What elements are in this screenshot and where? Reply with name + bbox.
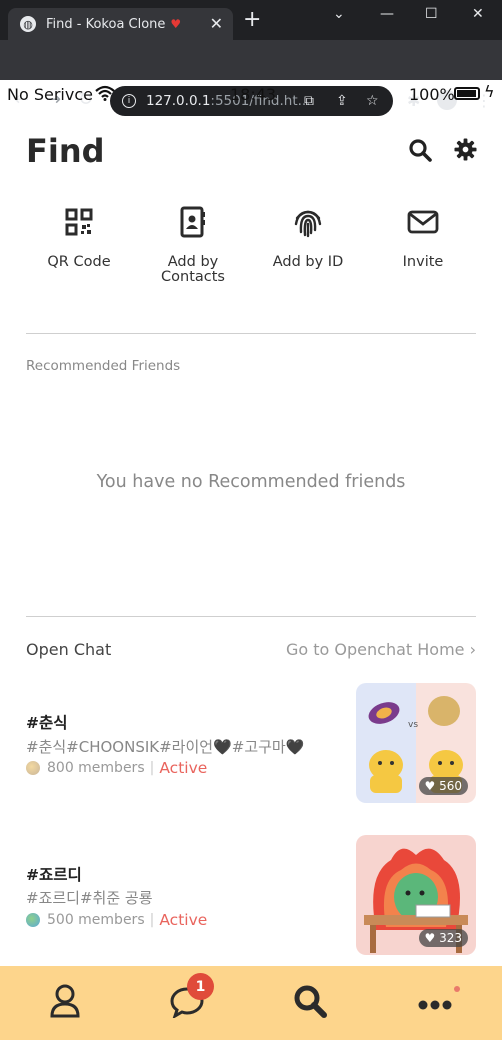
settings-gear-icon[interactable] <box>454 138 477 165</box>
svg-text:vs: vs <box>408 720 418 730</box>
qr-code-label: QR Code <box>47 254 111 270</box>
openchat-home-label: Go to Openchat Home <box>285 640 465 659</box>
openchat-item[interactable]: #죠르디 #죠르디#취준 공룡 500 members | Active ♥ 3… <box>26 835 476 955</box>
divider <box>26 616 476 617</box>
empty-recommended-text: You have no Recommended friends <box>96 472 406 492</box>
openchat-item[interactable]: #춘식 #춘식#CHOONSIK#라이언🖤#고구마🖤 800 members |… <box>26 683 476 803</box>
openchat-thumbnail: vs ♥ 560 <box>356 683 476 803</box>
search-icon[interactable] <box>408 138 432 166</box>
address-book-icon <box>138 205 248 239</box>
more-notification-dot <box>454 986 460 992</box>
qr-code-icon <box>24 205 134 239</box>
envelope-icon <box>368 205 478 239</box>
heart-icon: ♥ <box>424 779 436 793</box>
member-count: 500 members <box>47 912 145 928</box>
invite-label: Invite <box>402 254 444 270</box>
browser-tab[interactable]: ◍ Find - Kokoa Clone ♥ ✕ <box>8 8 233 40</box>
close-tab-icon[interactable]: ✕ <box>210 14 223 33</box>
globe-icon: ◍ <box>20 16 36 32</box>
new-tab-icon[interactable]: + <box>243 9 261 31</box>
heart-emoji: ♥ <box>170 17 182 31</box>
openchat-meta: 800 members | Active <box>26 759 207 777</box>
add-by-contacts-action[interactable]: Add by Contacts <box>138 205 248 285</box>
open-chat-title: Open Chat <box>26 640 112 659</box>
active-status: Active <box>159 911 208 929</box>
openchat-tags: #죠르디#취준 공룡 <box>26 889 153 907</box>
openchat-meta: 500 members | Active <box>26 911 207 929</box>
friends-user-icon[interactable] <box>50 984 80 1022</box>
carrier-text: No Serivce <box>7 85 93 104</box>
page-title: Find <box>26 132 105 170</box>
minimize-icon[interactable]: — <box>380 6 394 22</box>
window-close-icon[interactable]: ✕ <box>472 6 484 22</box>
like-count: 560 <box>439 779 462 793</box>
charging-bolt-icon: ϟ <box>484 82 495 101</box>
chat-unread-badge: 1 <box>187 973 214 1000</box>
battery-icon <box>454 87 480 100</box>
status-bar: No Serivce 18:43 100% <box>0 80 502 108</box>
divider <box>26 333 476 334</box>
wifi-icon <box>95 85 115 105</box>
openchat-thumbnail: ♥ 323 <box>356 835 476 955</box>
separator: | <box>149 760 155 776</box>
likes-badge: ♥ 323 <box>418 929 468 947</box>
recommended-friends-label: Recommended Friends <box>26 358 181 374</box>
likes-badge: ♥ 560 <box>418 777 468 795</box>
fingerprint-icon <box>253 205 363 239</box>
browser-toolbar: ← → ↻ i 127.0.0.1:5501/find.ht... ⧉ ⇪ ☆ … <box>0 40 502 116</box>
tab-title: Find - Kokoa Clone <box>46 16 166 32</box>
chevron-right-icon: › <box>469 640 476 659</box>
battery-percent: 100% <box>409 85 455 104</box>
tab-search-icon[interactable]: ⌄ <box>333 6 345 22</box>
heart-icon: ♥ <box>424 931 436 945</box>
member-count: 800 members <box>47 760 145 776</box>
openchat-tags: #춘식#CHOONSIK#라이언🖤#고구마🖤 <box>26 738 305 756</box>
openchat-avatar <box>26 913 40 927</box>
qr-code-action[interactable]: QR Code <box>24 205 134 270</box>
browser-tabstrip: ◍ Find - Kokoa Clone ♥ ✕ + ⌄ — ☐ ✕ <box>0 0 502 40</box>
openchat-name: #춘식 <box>26 714 68 732</box>
maximize-icon[interactable]: ☐ <box>425 6 438 22</box>
find-search-icon[interactable] <box>292 983 328 1023</box>
openchat-avatar <box>26 761 40 775</box>
like-count: 323 <box>439 931 462 945</box>
more-dots-icon[interactable] <box>418 996 452 1015</box>
separator: | <box>149 912 155 928</box>
openchat-home-link[interactable]: Go to Openchat Home › <box>286 640 476 659</box>
add-by-contacts-label: Add by Contacts <box>161 254 225 285</box>
active-status: Active <box>159 759 208 777</box>
invite-action[interactable]: Invite <box>368 205 478 270</box>
add-by-id-action[interactable]: Add by ID <box>253 205 363 270</box>
add-by-id-label: Add by ID <box>272 254 344 270</box>
clock-text: 18:43 <box>230 85 277 104</box>
openchat-name: #죠르디 <box>26 866 82 884</box>
